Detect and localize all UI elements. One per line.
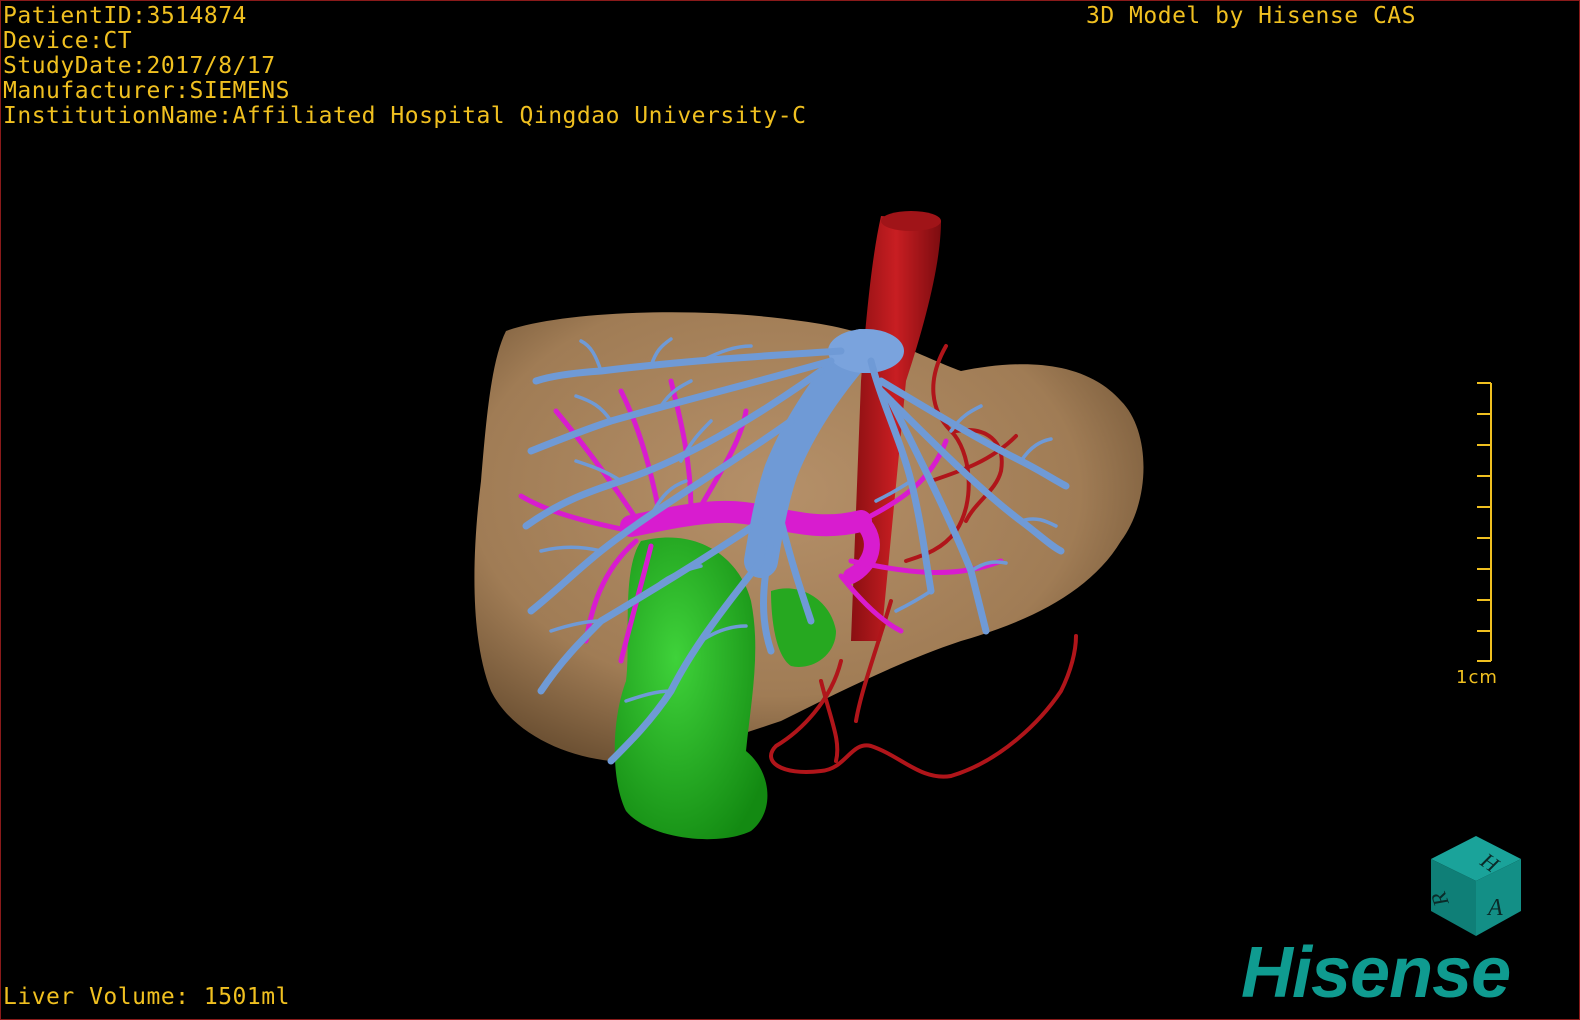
orientation-cube-icon[interactable]: H R A <box>1421 831 1531 941</box>
patient-id-label: PatientID:3514874 <box>3 3 247 29</box>
cube-face-a: A <box>1486 895 1503 921</box>
study-date-label: StudyDate:2017/8/17 <box>3 53 276 79</box>
institution-label: InstitutionName:Affiliated Hospital Qing… <box>3 103 807 129</box>
device-label: Device:CT <box>3 28 133 54</box>
model-credit: 3D Model by Hisense CAS <box>1086 3 1416 29</box>
manufacturer-label: Manufacturer:SIEMENS <box>3 78 290 104</box>
scale-label: 1cm <box>1456 667 1498 688</box>
3d-viewport[interactable]: PatientID:3514874 Device:CT StudyDate:20… <box>0 0 1580 1020</box>
liver-volume-readout: Liver Volume: 1501ml <box>3 984 290 1010</box>
hisense-logo: Hisense <box>1241 933 1511 1013</box>
scale-bar <box>1477 382 1492 662</box>
liver-3d-model[interactable] <box>1 1 1579 1019</box>
